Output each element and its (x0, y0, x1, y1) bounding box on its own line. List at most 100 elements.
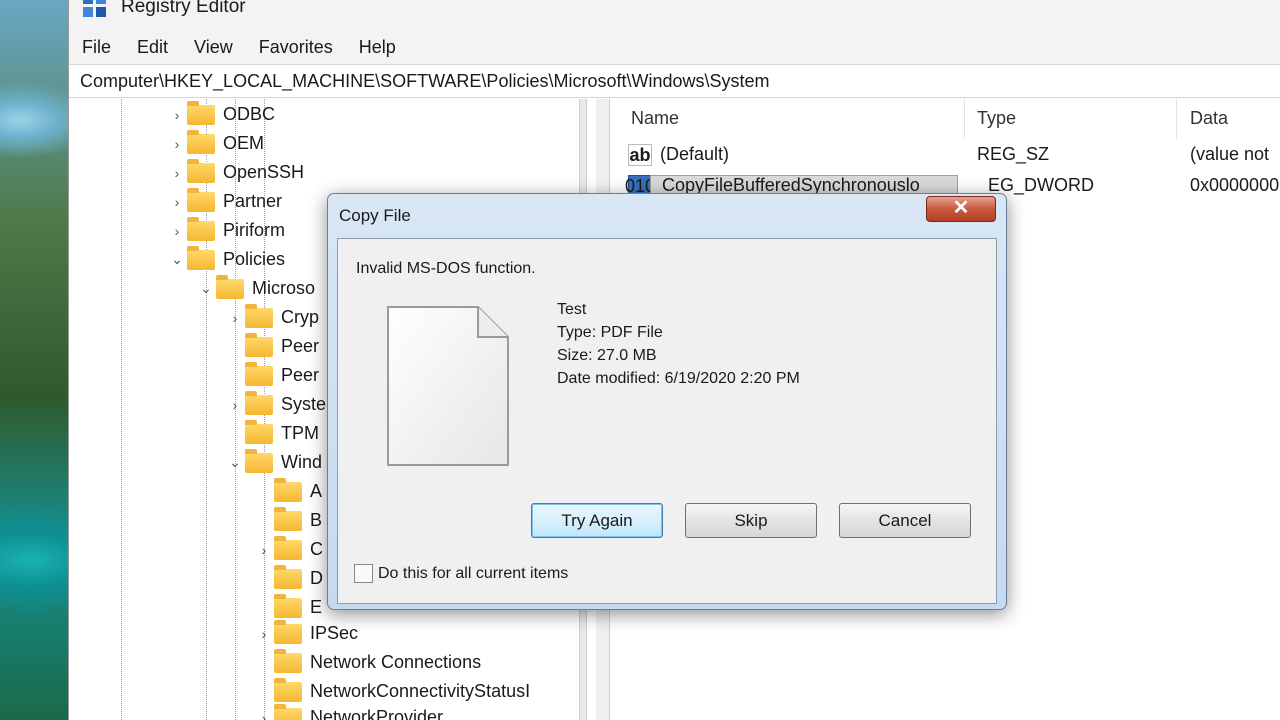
copy-file-dialog: Copy File ✕ Invalid MS-DOS function. Tes… (327, 193, 1007, 610)
menu-bar: File Edit View Favorites Help (69, 30, 1280, 64)
column-divider[interactable] (1176, 99, 1177, 139)
tree-item-b[interactable]: B (254, 506, 322, 535)
apply-to-all-label: Do this for all current items (378, 564, 569, 582)
try-again-button[interactable]: Try Again (531, 503, 663, 538)
address-bar[interactable]: Computer\HKEY_LOCAL_MACHINE\SOFTWARE\Pol… (69, 64, 1280, 98)
folder-icon (245, 361, 273, 386)
folder-icon (187, 245, 215, 270)
folder-icon (274, 619, 302, 644)
tree-item-microsoft[interactable]: ⌄ Microso (196, 274, 315, 303)
file-size: Size: 27.0 MB (557, 347, 657, 364)
chevron-right-icon[interactable]: › (254, 626, 274, 642)
folder-icon (187, 187, 215, 212)
folder-icon (274, 703, 302, 720)
tree-item-cryptography[interactable]: › Cryp (225, 303, 319, 332)
file-type: Type: PDF File (557, 324, 663, 341)
value-data: 0x0000000 (1190, 175, 1280, 195)
menu-favorites[interactable]: Favorites (259, 37, 333, 58)
chevron-down-icon[interactable]: ⌄ (196, 280, 216, 297)
tree-item-policies[interactable]: ⌄ Policies (167, 245, 285, 274)
tree-item-piriform[interactable]: › Piriform (167, 216, 285, 245)
value-name: (Default) (660, 144, 730, 164)
apply-to-all-option[interactable]: Do this for all current items (354, 564, 568, 583)
folder-icon (245, 419, 273, 444)
values-header: Name Type Data (618, 99, 1280, 139)
tree-item-partner[interactable]: › Partner (167, 187, 282, 216)
tree-item-system[interactable]: › Syste (225, 390, 326, 419)
chevron-right-icon[interactable]: › (167, 136, 187, 152)
tree-item-network-connectivity-status[interactable]: NetworkConnectivityStatusI (254, 677, 530, 706)
menu-view[interactable]: View (194, 37, 233, 58)
tree-item-peer-2[interactable]: Peer (225, 361, 319, 390)
folder-icon (187, 129, 215, 154)
folder-icon (274, 564, 302, 589)
tree-item-odbc[interactable]: › ODBC (167, 100, 275, 129)
column-divider[interactable] (964, 99, 965, 139)
chevron-right-icon[interactable]: › (167, 107, 187, 123)
column-header-data[interactable]: Data (1190, 108, 1228, 129)
close-icon: ✕ (952, 197, 970, 219)
value-row-default[interactable]: ab (Default) REG_SZ (value not (618, 139, 1280, 169)
cancel-button[interactable]: Cancel (839, 503, 971, 538)
chevron-right-icon[interactable]: › (167, 223, 187, 239)
tree-item-ipsec[interactable]: › IPSec (254, 619, 358, 648)
value-type: EG_DWORD (988, 175, 1095, 195)
folder-icon (245, 448, 273, 473)
dialog-title: Copy File (339, 206, 411, 225)
chevron-right-icon[interactable]: › (167, 194, 187, 210)
chevron-down-icon[interactable]: ⌄ (225, 454, 245, 471)
file-details: Test Type: PDF File Size: 27.0 MB Date m… (557, 298, 800, 390)
apply-to-all-checkbox[interactable] (354, 564, 373, 583)
folder-icon (274, 506, 302, 531)
folder-icon (187, 216, 215, 241)
menu-edit[interactable]: Edit (137, 37, 168, 58)
tree-item-tpm[interactable]: TPM (225, 419, 319, 448)
column-header-name[interactable]: Name (631, 108, 679, 129)
tree-item-windows[interactable]: ⌄ Wind (225, 448, 322, 477)
tree-item-a[interactable]: A (254, 477, 322, 506)
close-button[interactable]: ✕ (926, 196, 996, 222)
tree-item-openssh[interactable]: › OpenSSH (167, 158, 304, 187)
title-bar[interactable]: Registry Editor (69, 0, 1280, 30)
menu-file[interactable]: File (82, 37, 111, 58)
chevron-down-icon[interactable]: ⌄ (167, 251, 187, 268)
folder-icon (245, 303, 273, 328)
window-title: Registry Editor (121, 0, 246, 17)
tree-guide-line (121, 99, 122, 720)
file-name: Test (557, 301, 587, 318)
folder-icon (274, 477, 302, 502)
folder-icon (245, 390, 273, 415)
skip-button[interactable]: Skip (685, 503, 817, 538)
menu-help[interactable]: Help (359, 37, 396, 58)
value-data: (value not (1190, 144, 1270, 164)
error-message: Invalid MS-DOS function. (356, 260, 536, 277)
folder-icon (274, 593, 302, 618)
registry-editor-icon (83, 0, 107, 18)
dialog-body: Invalid MS-DOS function. Test Type: PDF … (337, 238, 997, 604)
tree-item-d[interactable]: D (254, 564, 323, 593)
column-header-type[interactable]: Type (977, 108, 1016, 129)
chevron-right-icon[interactable]: › (167, 165, 187, 181)
tree-item-peer-1[interactable]: Peer (225, 332, 319, 361)
folder-icon (274, 677, 302, 702)
folder-icon (187, 100, 215, 125)
chevron-right-icon[interactable]: › (254, 542, 274, 558)
document-icon (387, 306, 509, 466)
folder-icon (274, 535, 302, 560)
tree-item-e[interactable]: E (254, 593, 322, 622)
chevron-right-icon[interactable]: › (254, 710, 274, 720)
tree-item-network-connections[interactable]: Network Connections (254, 648, 481, 677)
value-type: REG_SZ (977, 144, 1050, 164)
chevron-right-icon[interactable]: › (225, 310, 245, 326)
tree-item-network-provider[interactable]: › NetworkProvider (254, 703, 443, 720)
chevron-right-icon[interactable]: › (225, 397, 245, 413)
folder-icon (187, 158, 215, 183)
string-value-icon: ab (628, 144, 652, 166)
folder-icon (216, 274, 244, 299)
folder-icon (245, 332, 273, 357)
address-path: Computer\HKEY_LOCAL_MACHINE\SOFTWARE\Pol… (80, 70, 770, 91)
folder-icon (274, 648, 302, 673)
tree-item-oem[interactable]: › OEM (167, 129, 264, 158)
tree-item-c[interactable]: › C (254, 535, 323, 564)
file-date-modified: Date modified: 6/19/2020 2:20 PM (557, 370, 800, 387)
